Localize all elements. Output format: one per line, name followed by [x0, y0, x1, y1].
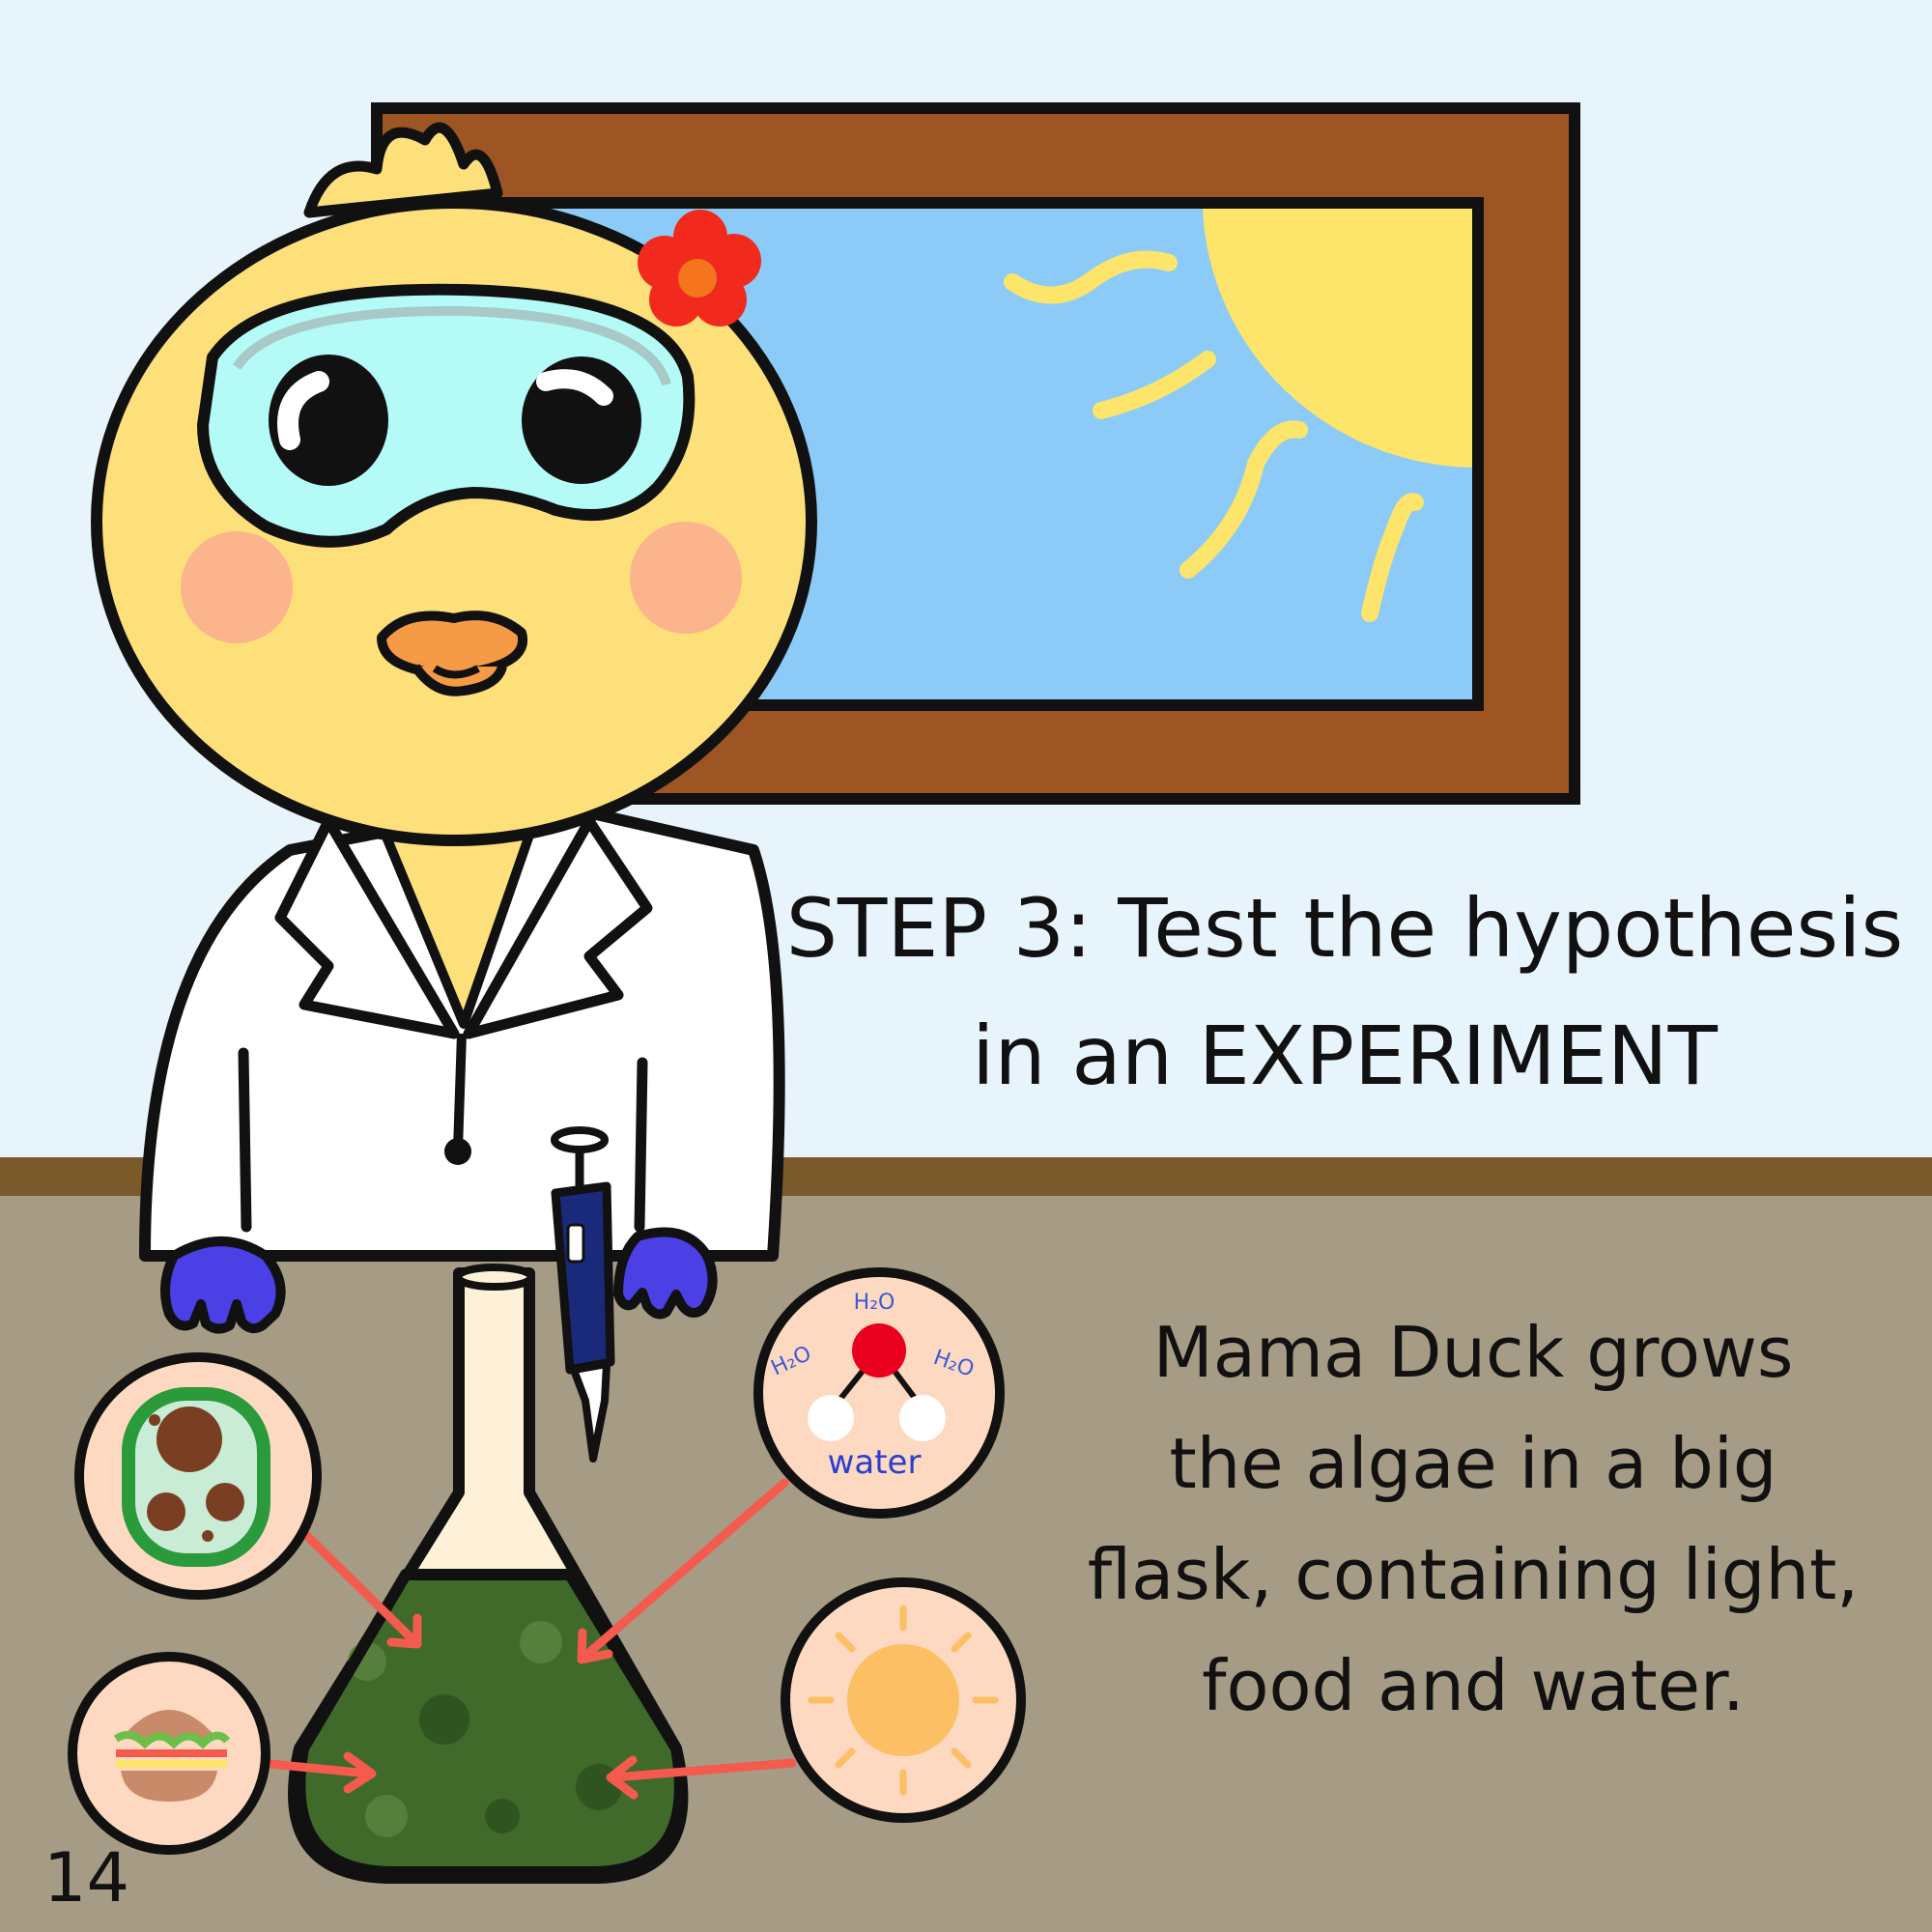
body-line-1: Mama Duck grows	[1153, 1312, 1794, 1393]
step-heading-line2: in an EXPERIMENT	[972, 1009, 1719, 1103]
algae-cell-icon	[74, 1352, 322, 1600]
water-molecule-icon: H₂O H₂O H₂O water	[753, 1267, 1005, 1519]
left-glove	[160, 1236, 286, 1334]
light-sun-icon	[781, 1577, 1026, 1823]
storybook-page: H₂O H₂O H₂O water STEP 3: Test the hypot…	[0, 0, 1932, 1932]
right-cheek	[630, 522, 742, 634]
water-label: water	[828, 1443, 922, 1482]
left-cheek	[181, 531, 293, 643]
right-glove	[613, 1227, 718, 1320]
burger-icon	[68, 1652, 270, 1855]
body-line-4: food and water.	[1202, 1645, 1745, 1726]
page-number: 14	[43, 1838, 129, 1918]
step-heading-line1: STEP 3: Test the hypothesis	[786, 881, 1904, 976]
body-line-2: the algae in a big	[1169, 1423, 1776, 1504]
body-line-3: flask, containing light,	[1088, 1534, 1859, 1615]
h2o-label-top: H₂O	[854, 1291, 895, 1315]
